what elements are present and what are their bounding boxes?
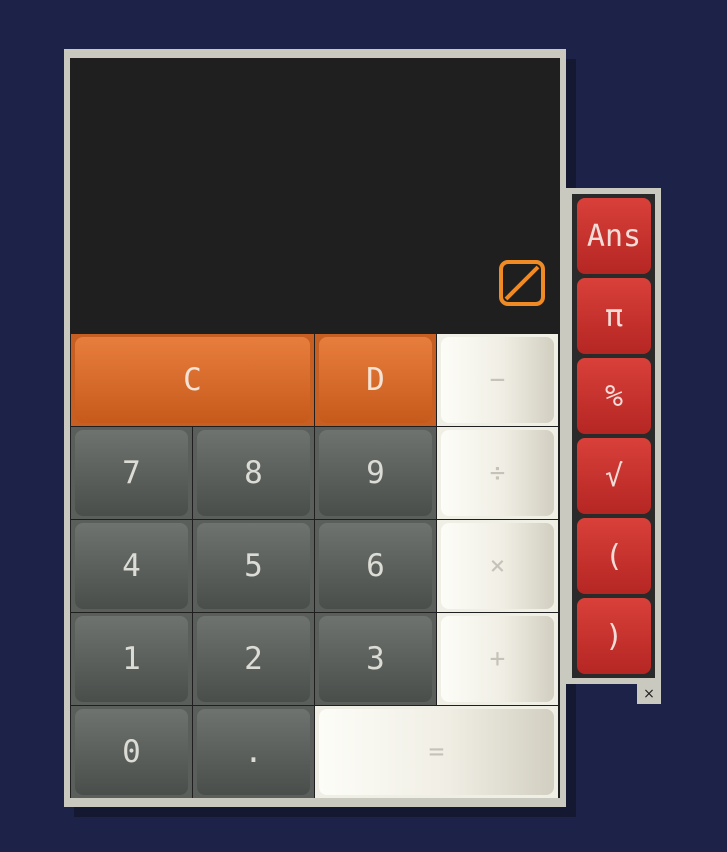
four-cell: 4 (71, 520, 192, 612)
equals-cell: = (315, 706, 558, 798)
divide-cell: ÷ (437, 427, 558, 519)
digit-1-button[interactable]: 1 (75, 616, 188, 702)
nine-cell: 9 (315, 427, 436, 519)
advanced-panel: Ans π % √ ( ) (566, 188, 661, 684)
six-cell: 6 (315, 520, 436, 612)
digit-7-button[interactable]: 7 (75, 430, 188, 516)
minus-cell: − (437, 334, 558, 426)
delete-cell: D (315, 334, 436, 426)
sqrt-button[interactable]: √ (577, 438, 651, 514)
no-entry-slash-icon (499, 260, 545, 306)
digit-0-button[interactable]: 0 (75, 709, 188, 795)
divide-button[interactable]: ÷ (441, 430, 554, 516)
digit-4-button[interactable]: 4 (75, 523, 188, 609)
zero-cell: 0 (71, 706, 192, 798)
five-cell: 5 (193, 520, 314, 612)
three-cell: 3 (315, 613, 436, 705)
digit-5-button[interactable]: 5 (197, 523, 310, 609)
percent-button[interactable]: % (577, 358, 651, 434)
one-cell: 1 (71, 613, 192, 705)
decimal-point-button[interactable]: . (197, 709, 310, 795)
dot-cell: . (193, 706, 314, 798)
calculator-window: C D − 7 8 9 ÷ 4 5 6 × 1 2 3 + 0 . = (64, 49, 566, 807)
digit-8-button[interactable]: 8 (197, 430, 310, 516)
two-cell: 2 (193, 613, 314, 705)
minus-button[interactable]: − (441, 337, 554, 423)
keypad: C D − 7 8 9 ÷ 4 5 6 × 1 2 3 + 0 . = (70, 333, 560, 798)
multiply-cell: × (437, 520, 558, 612)
calculator-display (70, 58, 560, 334)
digit-9-button[interactable]: 9 (319, 430, 432, 516)
pi-button[interactable]: π (577, 278, 651, 354)
seven-cell: 7 (71, 427, 192, 519)
clear-button[interactable]: C (75, 337, 310, 423)
delete-button[interactable]: D (319, 337, 432, 423)
advanced-panel-keys: Ans π % √ ( ) (572, 194, 655, 678)
equals-button[interactable]: = (319, 709, 554, 795)
plus-cell: + (437, 613, 558, 705)
close-panel-button[interactable]: × (637, 684, 661, 704)
right-paren-button[interactable]: ) (577, 598, 651, 674)
plus-button[interactable]: + (441, 616, 554, 702)
ans-button[interactable]: Ans (577, 198, 651, 274)
eight-cell: 8 (193, 427, 314, 519)
digit-2-button[interactable]: 2 (197, 616, 310, 702)
multiply-button[interactable]: × (441, 523, 554, 609)
left-paren-button[interactable]: ( (577, 518, 651, 594)
digit-3-button[interactable]: 3 (319, 616, 432, 702)
clear-cell: C (71, 334, 314, 426)
digit-6-button[interactable]: 6 (319, 523, 432, 609)
